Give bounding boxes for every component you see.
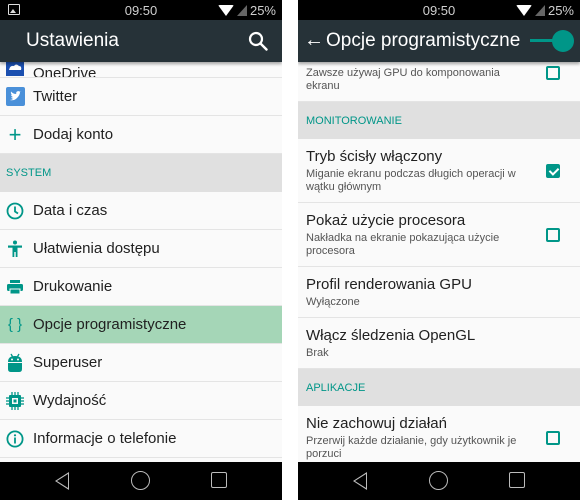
app-bar: ← Opcje programistyczne	[298, 20, 580, 62]
battery-level: 25%	[249, 3, 276, 18]
option-dont-keep-activities[interactable]: Nie zachowuj działań Przerwij każde dzia…	[298, 406, 580, 462]
settings-item-accessibility[interactable]: Ułatwienia dostępu	[0, 230, 282, 268]
status-bar: 09:50 25%	[0, 0, 282, 20]
settings-item-about-phone[interactable]: Informacje o telefonie	[0, 420, 282, 458]
settings-item-date-time[interactable]: Data i czas	[0, 192, 282, 230]
back-arrow-icon[interactable]: ←	[304, 29, 324, 52]
home-nav-icon[interactable]	[429, 471, 448, 490]
search-icon[interactable]	[248, 31, 268, 51]
option-gpu-rendering-profile[interactable]: Profil renderowania GPU Wyłączone	[298, 267, 580, 318]
page-title: Opcje programistyczne	[326, 30, 521, 51]
settings-item-twitter[interactable]: Twitter	[0, 78, 282, 116]
settings-list[interactable]: OneDrive Twitter + Dodaj konto SYSTEM Da…	[0, 62, 282, 462]
settings-item-performance[interactable]: Wydajność	[0, 382, 282, 420]
android-icon	[5, 353, 25, 373]
wifi-icon	[515, 5, 532, 16]
wifi-icon	[217, 5, 234, 16]
clock-icon	[5, 201, 25, 221]
battery-level: 25%	[547, 3, 574, 18]
status-bar: 09:50 25%	[298, 0, 580, 20]
settings-item-onedrive[interactable]: OneDrive	[0, 62, 282, 78]
section-header-apps: APLIKACJE	[298, 369, 580, 406]
page-title: Ustawienia	[26, 30, 119, 51]
force-gpu-checkbox[interactable]	[546, 66, 560, 80]
plus-icon: +	[8, 121, 22, 147]
twitter-icon	[5, 87, 25, 107]
section-header-monitoring: MONITOROWANIE	[298, 102, 580, 139]
back-nav-icon[interactable]	[353, 472, 367, 490]
signal-icon	[236, 5, 247, 16]
navigation-bar	[0, 462, 282, 500]
developer-options-list[interactable]: Zawsze używaj GPU do komponowania ekranu…	[298, 62, 580, 462]
dont-keep-activities-checkbox[interactable]	[546, 430, 560, 445]
braces-icon: { }	[7, 316, 23, 333]
recents-nav-icon[interactable]	[211, 472, 227, 488]
option-force-gpu[interactable]: Zawsze używaj GPU do komponowania ekranu	[298, 62, 580, 102]
onedrive-icon	[5, 62, 25, 77]
navigation-bar	[298, 462, 580, 500]
home-nav-icon[interactable]	[131, 471, 150, 490]
app-bar: Ustawienia	[0, 20, 282, 62]
toggle-thumb	[552, 30, 574, 52]
option-summary: Zawsze używaj GPU do komponowania ekranu	[306, 67, 500, 92]
info-icon	[5, 429, 25, 449]
settings-item-add-account[interactable]: + Dodaj konto	[0, 116, 282, 154]
settings-item-superuser[interactable]: Superuser	[0, 344, 282, 382]
settings-item-developer-options[interactable]: { } Opcje programistyczne	[0, 306, 282, 344]
cpu-usage-checkbox[interactable]	[546, 227, 560, 242]
chip-icon	[5, 391, 25, 411]
printer-icon	[5, 277, 25, 297]
recents-nav-icon[interactable]	[509, 472, 525, 488]
signal-icon	[534, 5, 545, 16]
section-header-system: SYSTEM	[0, 154, 282, 192]
option-strict-mode[interactable]: Tryb ścisły włączony Miganie ekranu podc…	[298, 139, 580, 203]
option-show-cpu-usage[interactable]: Pokaż użycie procesora Nakładka na ekran…	[298, 203, 580, 267]
developer-options-toggle[interactable]	[530, 30, 574, 52]
back-nav-icon[interactable]	[55, 472, 69, 490]
accessibility-icon	[5, 239, 25, 259]
settings-screen: 09:50 25% Ustawienia OneDrive Twitter +	[0, 0, 282, 500]
option-opengl-traces[interactable]: Włącz śledzenia OpenGL Brak	[298, 318, 580, 369]
strict-mode-checkbox[interactable]	[546, 163, 560, 178]
settings-item-printing[interactable]: Drukowanie	[0, 268, 282, 306]
developer-options-screen: 09:50 25% ← Opcje programistyczne Zawsze…	[298, 0, 580, 500]
